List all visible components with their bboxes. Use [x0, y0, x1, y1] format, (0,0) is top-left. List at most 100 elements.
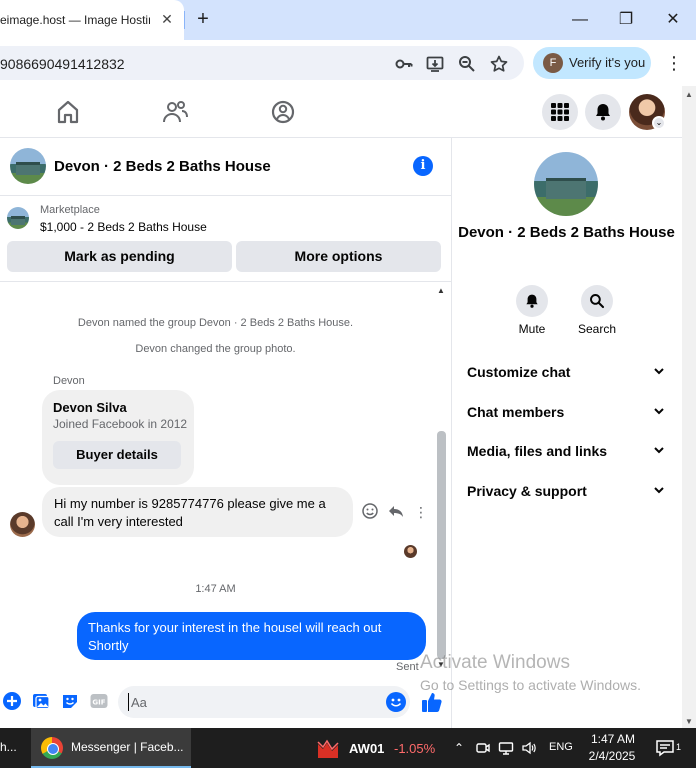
gif-icon[interactable]: GIF: [89, 691, 109, 711]
address-bar[interactable]: 9086690491412832: [0, 46, 524, 80]
scroll-down-arrow-icon[interactable]: ▼: [685, 717, 693, 726]
sent-status: Sent: [396, 661, 419, 673]
read-receipt-avatar: [404, 545, 417, 558]
sender-name: Devon: [53, 375, 85, 387]
message-timestamp: 1:47 AM: [195, 583, 236, 595]
info-icon[interactable]: i: [413, 156, 433, 176]
bell-icon: [596, 104, 610, 121]
react-emoji-icon[interactable]: [360, 502, 380, 522]
home-icon[interactable]: [53, 98, 83, 126]
friends-icon[interactable]: [160, 98, 190, 126]
verify-label: Verify it's you: [569, 55, 646, 70]
section-customize-chat[interactable]: Customize chat: [467, 361, 667, 385]
buyer-name[interactable]: Devon Silva: [53, 400, 127, 415]
volume-icon[interactable]: [521, 740, 537, 756]
listing-price-title[interactable]: $1,000 - 2 Beds 2 Baths House: [40, 220, 207, 234]
bell-icon: [526, 294, 538, 308]
notifications-button[interactable]: [585, 94, 621, 130]
chevron-down-icon: [654, 447, 664, 454]
tab-close-icon[interactable]: ✕: [157, 9, 177, 29]
system-message: Devon named the group Devon · 2 Beds 2 B…: [77, 317, 354, 329]
bookmark-star-icon[interactable]: [489, 54, 509, 74]
search-icon: [590, 294, 605, 309]
taskbar-messenger-app[interactable]: Messenger | Faceb...: [31, 728, 191, 768]
sender-avatar[interactable]: [10, 512, 35, 537]
mark-as-pending-button[interactable]: Mark as pending: [7, 241, 232, 272]
message-scrollbar-thumb[interactable]: [437, 431, 446, 659]
window-maximize-button[interactable]: ❐: [612, 6, 640, 34]
reply-icon[interactable]: [386, 502, 406, 522]
group-photo[interactable]: [10, 148, 46, 184]
tab-title: eimage.host — Image Hostin: [0, 13, 150, 27]
input-language[interactable]: ENG: [549, 741, 573, 753]
mute-circle: [516, 285, 548, 317]
scroll-up-arrow-icon[interactable]: ▲: [685, 90, 693, 99]
chat-info-panel: Devon · 2 Beds 2 Baths House Mute Search…: [451, 138, 682, 728]
chevron-down-icon: [654, 408, 664, 415]
outgoing-message-bubble[interactable]: Thanks for your interest in the housel w…: [77, 612, 426, 660]
meet-now-icon[interactable]: [475, 740, 491, 756]
page-scrollbar[interactable]: ▲ ▼: [682, 86, 696, 728]
thumbs-up-icon[interactable]: [420, 690, 444, 714]
chevron-down-icon: [654, 368, 664, 375]
section-media-files-links[interactable]: Media, files and links: [467, 440, 667, 464]
more-actions-icon[interactable]: ⋮: [411, 502, 431, 522]
tab-separator: [184, 11, 185, 29]
sticker-icon[interactable]: [60, 691, 80, 711]
mute-button[interactable]: Mute: [502, 285, 562, 336]
taskbar-item-fragment[interactable]: h...: [0, 740, 17, 754]
chevron-down-icon: [654, 487, 664, 494]
clock-date[interactable]: 2/4/2025: [585, 749, 639, 763]
notification-center-icon[interactable]: [655, 738, 675, 758]
verify-identity-button[interactable]: F Verify it's you: [533, 47, 651, 79]
install-app-icon[interactable]: [425, 54, 445, 74]
stock-chart-icon[interactable]: [316, 738, 340, 760]
section-chat-members[interactable]: Chat members: [467, 401, 667, 425]
stock-change: -1.05%: [394, 741, 436, 756]
window-close-button[interactable]: ✕: [659, 6, 687, 34]
buyer-profile-card: Devon Silva Joined Facebook in 2012 Buye…: [42, 390, 194, 485]
taskbar-app-label: Messenger | Faceb...: [71, 740, 184, 754]
section-label: Privacy & support: [467, 483, 587, 499]
search-label: Search: [577, 322, 617, 336]
listing-thumbnail[interactable]: [7, 207, 29, 229]
incoming-message-bubble[interactable]: Hi my number is 9285774776 please give m…: [42, 487, 353, 537]
grid-icon: [551, 103, 569, 121]
browser-toolbar: 9086690491412832 F Verify it's you ⋮: [0, 40, 696, 86]
section-label: Customize chat: [467, 364, 571, 380]
message-composer: GIF: [0, 678, 451, 728]
menu-grid-button[interactable]: [542, 94, 578, 130]
browser-tab-strip: eimage.host — Image Hostin ✕ + — ❐ ✕: [0, 0, 696, 40]
plus-icon[interactable]: [2, 691, 22, 711]
new-tab-button[interactable]: +: [192, 8, 214, 32]
network-icon[interactable]: [498, 740, 514, 756]
address-url[interactable]: 9086690491412832: [0, 56, 125, 72]
windows-taskbar: h... Messenger | Faceb... AW01 -1.05% ⌃ …: [0, 728, 696, 768]
chat-title[interactable]: Devon · 2 Beds 2 Baths House: [54, 158, 271, 175]
chat-header: Devon · 2 Beds 2 Baths House i: [0, 138, 451, 196]
browser-tab[interactable]: eimage.host — Image Hostin ✕: [0, 0, 184, 40]
more-options-button[interactable]: More options: [236, 241, 441, 272]
window-minimize-button[interactable]: —: [566, 6, 594, 34]
buyer-details-button[interactable]: Buyer details: [53, 441, 181, 469]
activate-windows-subtext: Go to Settings to activate Windows.: [420, 677, 641, 693]
chevron-down-icon[interactable]: ⌄: [652, 116, 666, 130]
zoom-icon[interactable]: [457, 54, 477, 74]
search-button[interactable]: Search: [567, 285, 627, 336]
clock-time[interactable]: 1:47 AM: [588, 732, 638, 746]
stock-ticker[interactable]: AW01: [349, 741, 384, 756]
show-hidden-icons-icon[interactable]: ⌃: [451, 740, 467, 756]
buyer-joined-text: Joined Facebook in 2012: [53, 417, 188, 431]
scroll-up-arrow-icon[interactable]: ▲: [437, 286, 445, 295]
group-photo-large[interactable]: [534, 152, 598, 216]
key-icon[interactable]: [394, 54, 414, 74]
photo-icon[interactable]: [31, 691, 51, 711]
mute-label: Mute: [518, 322, 546, 336]
emoji-icon[interactable]: [386, 692, 406, 712]
message-scrollbar[interactable]: ▲ ▼: [434, 283, 448, 678]
system-message: Devon changed the group photo.: [135, 343, 296, 355]
browser-menu-icon[interactable]: ⋮: [664, 52, 684, 74]
message-input[interactable]: [128, 693, 368, 711]
section-privacy-support[interactable]: Privacy & support: [467, 480, 667, 504]
groups-icon[interactable]: [268, 98, 298, 126]
